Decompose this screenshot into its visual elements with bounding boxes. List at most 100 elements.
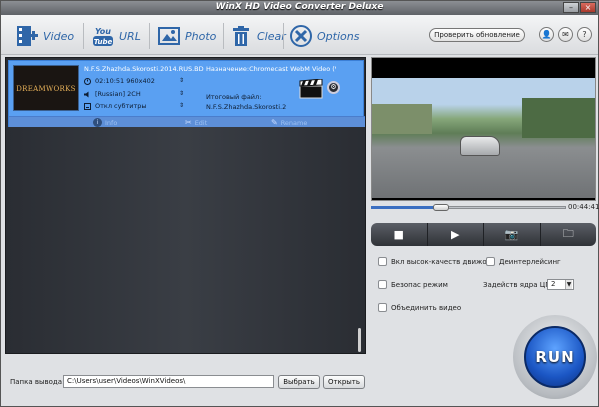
video-preview [371, 57, 596, 201]
cpu-cores-value: 2 [551, 280, 556, 288]
cpu-cores-label: Задейств ядра ЦП: [483, 281, 553, 289]
snapshot-button[interactable]: 📷 [484, 223, 541, 246]
stop-icon: ■ [393, 228, 404, 241]
svg-text:You: You [95, 27, 111, 36]
scissors-icon: ✂ [185, 118, 192, 127]
safe-mode-checkbox[interactable]: Безопас режим [378, 280, 448, 289]
window-title: WinX HD Video Converter Deluxe [215, 2, 384, 12]
clear-button[interactable]: Clear [229, 23, 286, 49]
check-update-button[interactable]: Проверить обновление [429, 28, 525, 42]
edit-button[interactable]: ✂ Edit [185, 118, 207, 127]
pencil-icon: ✎ [271, 118, 278, 127]
seek-bar[interactable] [371, 203, 566, 211]
close-button[interactable]: × [580, 2, 596, 13]
list-scrollbar[interactable] [358, 328, 361, 352]
mail-icon[interactable]: ✉ [558, 27, 573, 42]
checkbox-box[interactable] [378, 280, 387, 289]
add-video-button[interactable]: Video [15, 23, 74, 49]
options-label: Options [317, 29, 360, 43]
info-icon: i [93, 118, 102, 127]
minimize-button[interactable]: – [563, 2, 579, 13]
rename-button[interactable]: ✎ Rename [271, 118, 307, 127]
options-button[interactable]: Options [289, 23, 359, 49]
thumbnail-logo-text: DREAMWORKS [16, 85, 76, 93]
roadside-buildings [372, 104, 432, 134]
folder-icon: 🗀 [562, 227, 574, 240]
add-photo-button[interactable]: Photo [157, 23, 216, 49]
svg-text:Tube: Tube [94, 38, 113, 46]
chevron-updown-icon[interactable]: ⇕ [179, 90, 184, 97]
account-icon[interactable]: 👤 [539, 27, 554, 42]
open-button[interactable]: Открыть [323, 375, 365, 389]
toolbar-divider [223, 23, 224, 49]
clock-icon [84, 77, 91, 85]
window-controls: – × [563, 2, 596, 13]
seek-progress [371, 206, 441, 209]
playback-time: 00:44:41 [568, 203, 599, 211]
help-icon[interactable]: ? [577, 27, 592, 42]
audio-track: [Russian] 2CH [95, 90, 141, 98]
cpu-cores-select[interactable]: 2 ▼ [547, 279, 574, 290]
car-image [460, 136, 500, 156]
checkbox-box[interactable] [378, 303, 387, 312]
hq-engine-label: Вкл высок-качеств движок [391, 257, 491, 266]
merge-label: Объединить видео [391, 303, 462, 312]
trash-icon [229, 24, 253, 48]
output-file-label: Итоговый файл: [206, 93, 262, 101]
duration-resolution: 02:10:51 960x402 [95, 77, 155, 85]
toolbar-divider [283, 23, 284, 49]
play-button[interactable]: ▶ [427, 223, 484, 246]
file-name: N.F.S.Zhazhda.Skorosti.2014.RUS.BDR [84, 65, 204, 73]
output-folder-input[interactable]: C:\Users\user\Videos\WinXVideos\ [63, 375, 274, 388]
url-label: URL [119, 29, 141, 43]
deinterlace-checkbox[interactable]: Деинтерлейсинг [486, 257, 561, 266]
browse-button[interactable]: Выбрать [278, 375, 320, 389]
video-frame [372, 78, 595, 198]
subtitle-icon [84, 102, 91, 110]
file-actions-bar: i Info ✂ Edit ✎ Rename [9, 116, 365, 127]
edit-label: Edit [194, 118, 208, 127]
youtube-icon: You Tube [91, 24, 115, 48]
roadside-trees [522, 98, 595, 138]
tools-icon [289, 24, 313, 48]
settings-gear-icon[interactable]: ⚙ [327, 81, 340, 94]
film-add-icon [15, 24, 39, 48]
info-button[interactable]: i Info [93, 118, 117, 127]
checkbox-box[interactable] [378, 257, 387, 266]
run-button[interactable]: RUN [524, 326, 586, 388]
stop-button[interactable]: ■ [371, 223, 428, 246]
add-url-button[interactable]: You Tube URL [91, 23, 141, 49]
toolbar: Video You Tube URL Photo Clear Options П… [1, 15, 598, 55]
title-bar: WinX HD Video Converter Deluxe – × [1, 1, 598, 15]
video-thumbnail: DREAMWORKS [13, 65, 79, 111]
photo-label: Photo [185, 29, 217, 43]
checkbox-box[interactable] [486, 257, 495, 266]
app-window: WinX HD Video Converter Deluxe – × Video… [0, 0, 599, 407]
video-label: Video [43, 29, 75, 43]
file-item[interactable]: DREAMWORKS N.F.S.Zhazhda.Skorosti.2014.R… [8, 60, 365, 127]
info-label: Info [105, 118, 118, 127]
toolbar-divider [149, 23, 150, 49]
open-folder-button[interactable]: 🗀 [540, 223, 596, 246]
output-folder-label: Папка вывода:: [10, 378, 67, 386]
chevron-updown-icon[interactable]: ⇕ [179, 102, 184, 109]
destination-format: Назначение:Chromecast WebM Video (VF [206, 65, 336, 73]
merge-checkbox[interactable]: Объединить видео [378, 303, 461, 312]
toolbar-divider [83, 23, 84, 49]
safe-mode-label: Безопас режим [391, 280, 448, 289]
audio-row[interactable]: [Russian] 2CH [84, 90, 141, 98]
camera-icon: 📷 [504, 228, 519, 241]
clear-label: Clear [257, 29, 286, 43]
duration-row: 02:10:51 960x402 [84, 77, 155, 85]
subtitle-row[interactable]: Откл субтитры [84, 102, 147, 110]
speaker-icon [84, 91, 91, 98]
chevron-updown-icon: ⇕ [179, 77, 185, 84]
output-file-name: N.F.S.Zhazhda.Skorosti.2 [206, 103, 287, 111]
play-icon: ▶ [451, 228, 460, 241]
seek-handle[interactable] [433, 204, 449, 211]
chevron-down-icon[interactable]: ▼ [565, 280, 572, 289]
player-controls: ■ ▶ 📷 🗀 [371, 223, 596, 246]
hq-engine-checkbox[interactable]: Вкл высок-качеств движок [378, 257, 491, 266]
clapperboard-icon[interactable] [299, 78, 323, 99]
deinterlace-label: Деинтерлейсинг [499, 257, 561, 266]
